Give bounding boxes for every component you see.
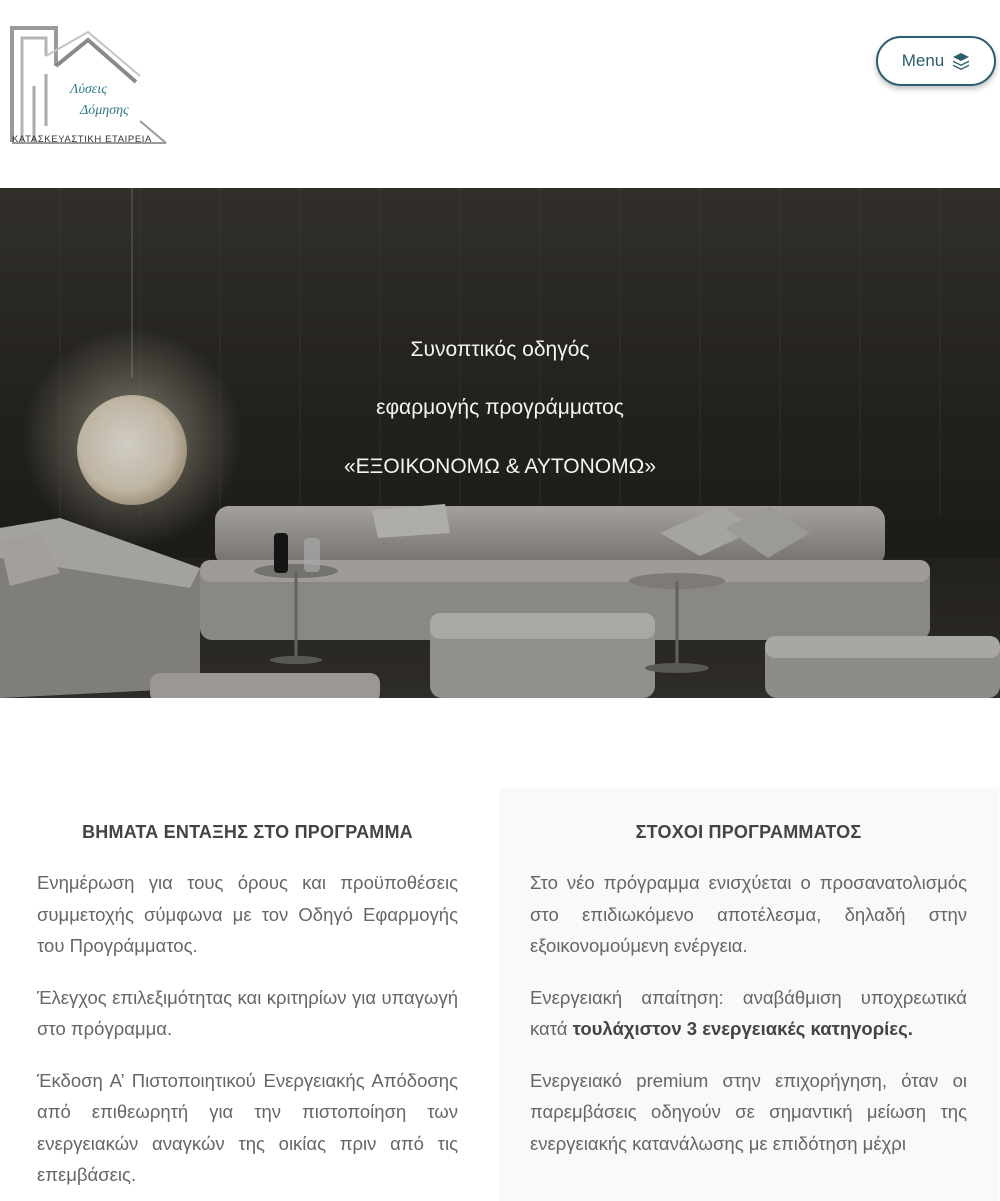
steps-section: ΒΗΜΑΤΑ ΕΝΤΑΞΗΣ ΣΤΟ ΠΡΟΓΡΑΜΜΑ Ενημέρωση γ… — [0, 788, 500, 1201]
logo-text-line2: Δόμησης — [80, 103, 129, 118]
site-header: Λύσεις Δόμησης ΚΑΤΑΣΚΕΥΑΣΤΙΚΗ ΕΤΑΙΡΕΙΑ M… — [0, 0, 1000, 188]
logo-text-line1: Λύσεις — [70, 82, 107, 97]
logo-subtitle: ΚΑΤΑΣΚΕΥΑΣΤΙΚΗ ΕΤΑΙΡΕΙΑ — [12, 134, 152, 145]
menu-label: Menu — [901, 51, 945, 70]
goals-paragraph-3: Ενεργειακό premium στην επιχορήγηση, ότα… — [530, 1069, 967, 1154]
steps-title: ΒΗΜΑΤΑ ΕΝΤΑΞΗΣ ΣΤΟ ΠΡΟΓΡΑΜΜΑ — [82, 822, 413, 842]
hero-title-line3: «ΕΞΟΙΚΟΝΟΜΩ & ΑΥΤΟΝΟΜΩ» — [343, 455, 657, 478]
goals-paragraph-1: Στο νέο πρόγραμμα ενισχύεται ο προσανατο… — [530, 872, 967, 956]
goals-section: ΣΤΟΧΟΙ ΠΡΟΓΡΑΜΜΑΤΟΣ Στο νέο πρόγραμμα εν… — [499, 788, 999, 1201]
steps-paragraph-1: Ενημέρωση για τους όρους και προϋποθέσει… — [37, 872, 458, 956]
company-logo[interactable]: Λύσεις Δόμησης ΚΑΤΑΣΚΕΥΑΣΤΙΚΗ ΕΤΑΙΡΕΙΑ — [8, 26, 173, 151]
hero-banner: Συνοπτικός οδηγός εφαρμογής προγράμματος… — [0, 188, 1000, 698]
hero-title-line1: Συνοπτικός οδηγός — [410, 338, 590, 361]
goals-paragraph-2: Ενεργειακή απαίτηση: αναβάθμιση υποχρεωτ… — [530, 982, 967, 1045]
living-room-image — [0, 188, 1000, 698]
menu-button[interactable]: Menu — [876, 36, 996, 86]
goals-title: ΣΤΟΧΟΙ ΠΡΟΓΡΑΜΜΑΤΟΣ — [635, 822, 862, 842]
goals-paragraph-2-bold: τουλάχιστον 3 ενεργειακές κατηγορίες. — [572, 1018, 913, 1039]
steps-paragraph-3: Έκδοση Α’ Πιστοποιητικού Ενεργειακής Από… — [37, 1069, 458, 1186]
layers-icon — [952, 52, 970, 70]
hero-title-line2: εφαρμογής προγράμματος — [376, 396, 624, 419]
steps-paragraph-2: Έλεγχος επιλεξιμότητας και κριτηρίων για… — [37, 986, 458, 1040]
